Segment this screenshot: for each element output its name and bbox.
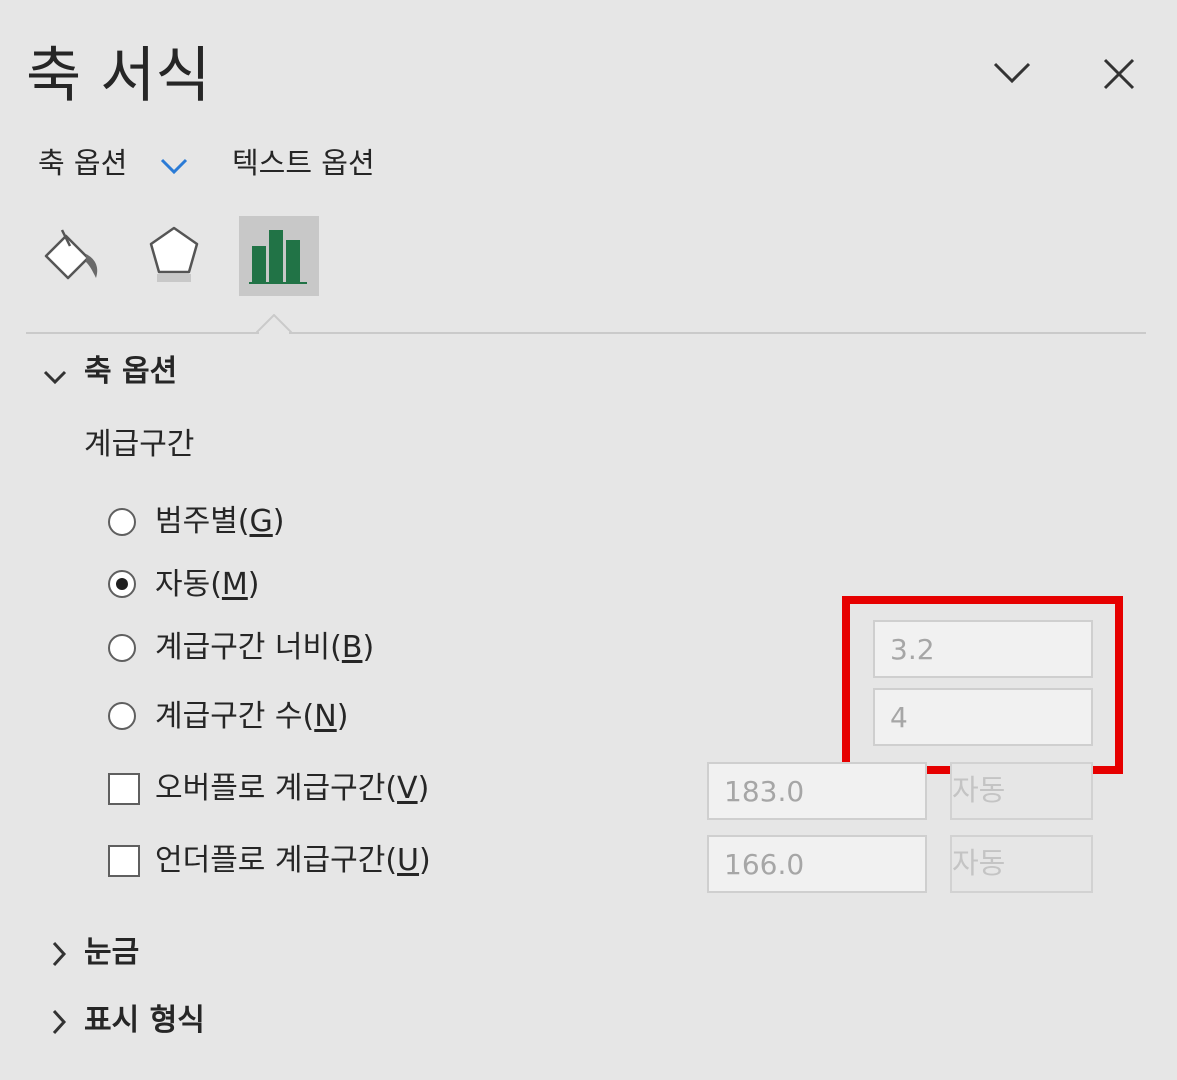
label-text: ): [272, 504, 285, 539]
effects-pentagon-icon: [149, 226, 199, 282]
chevron-right-icon: [52, 941, 67, 967]
label-text: ): [247, 567, 260, 602]
fill-line-tab[interactable]: [32, 216, 112, 296]
label-text: ): [417, 771, 430, 806]
axis-options-bar-chart-icon: [249, 230, 307, 284]
radio-bin-width[interactable]: [108, 634, 136, 662]
label-text: 자동(: [155, 567, 222, 602]
accelerator-key: G: [249, 504, 273, 539]
annotation-highlight-box: [842, 596, 1123, 774]
effects-tab[interactable]: [134, 216, 214, 296]
radio-by-category[interactable]: [108, 508, 136, 536]
accelerator-key: M: [221, 567, 248, 602]
label-text: ): [336, 699, 349, 734]
label-text: 계급구간 수(: [155, 699, 315, 734]
overflow-bin-label[interactable]: 오버플로 계급구간(V): [155, 769, 429, 809]
pane-title: 축 서식: [26, 41, 211, 111]
fill-line-icon: [44, 229, 98, 280]
overflow-auto-button[interactable]: 자동: [950, 762, 1093, 820]
tab-axis-options-dropdown[interactable]: [160, 154, 188, 178]
section-title: 축 옵션: [84, 354, 178, 389]
underflow-auto-button[interactable]: 자동: [950, 835, 1093, 893]
tab-divider: [26, 332, 1146, 334]
label-text: ): [362, 630, 375, 665]
active-tab-indicator: [256, 314, 292, 334]
radio-number-of-bins-label[interactable]: 계급구간 수(N): [155, 697, 348, 737]
section-title: 눈금: [84, 935, 140, 970]
label-text: 범주별(: [155, 504, 250, 539]
radio-number-of-bins[interactable]: [108, 702, 136, 730]
chevron-down-icon: [160, 158, 188, 175]
section-title: 표시 형식: [84, 1003, 205, 1038]
radio-bin-width-label[interactable]: 계급구간 너비(B): [155, 628, 374, 668]
accelerator-key: B: [341, 630, 363, 665]
accelerator-key: N: [314, 699, 337, 734]
label-text: 언더플로 계급구간(: [155, 843, 398, 878]
chevron-down-icon: [43, 370, 67, 385]
radio-automatic[interactable]: [108, 570, 136, 598]
collapse-pane-button[interactable]: [990, 52, 1034, 96]
tab-text-options[interactable]: 텍스트 옵션: [232, 145, 375, 181]
underflow-bin-checkbox[interactable]: [108, 845, 140, 877]
label-text: 계급구간 너비(: [155, 630, 342, 665]
tab-axis-options[interactable]: 축 옵션: [38, 145, 127, 181]
axis-options-tab[interactable]: [239, 216, 319, 296]
accelerator-key: V: [397, 771, 418, 806]
radio-automatic-label[interactable]: 자동(M): [155, 565, 260, 605]
radio-selected-dot: [116, 578, 128, 590]
underflow-bin-label[interactable]: 언더플로 계급구간(U): [155, 841, 431, 881]
accelerator-key: U: [397, 843, 420, 878]
underflow-bin-input[interactable]: [707, 835, 927, 893]
bins-label: 계급구간: [84, 427, 195, 462]
close-pane-button[interactable]: [1097, 52, 1141, 96]
overflow-bin-checkbox[interactable]: [108, 773, 140, 805]
chevron-right-icon: [52, 1009, 67, 1035]
label-text: 오버플로 계급구간(: [155, 771, 398, 806]
radio-by-category-label[interactable]: 범주별(G): [155, 502, 284, 542]
overflow-bin-input[interactable]: [707, 762, 927, 820]
close-icon: [1103, 58, 1135, 90]
label-text: ): [419, 843, 431, 878]
chevron-down-icon: [993, 62, 1031, 84]
